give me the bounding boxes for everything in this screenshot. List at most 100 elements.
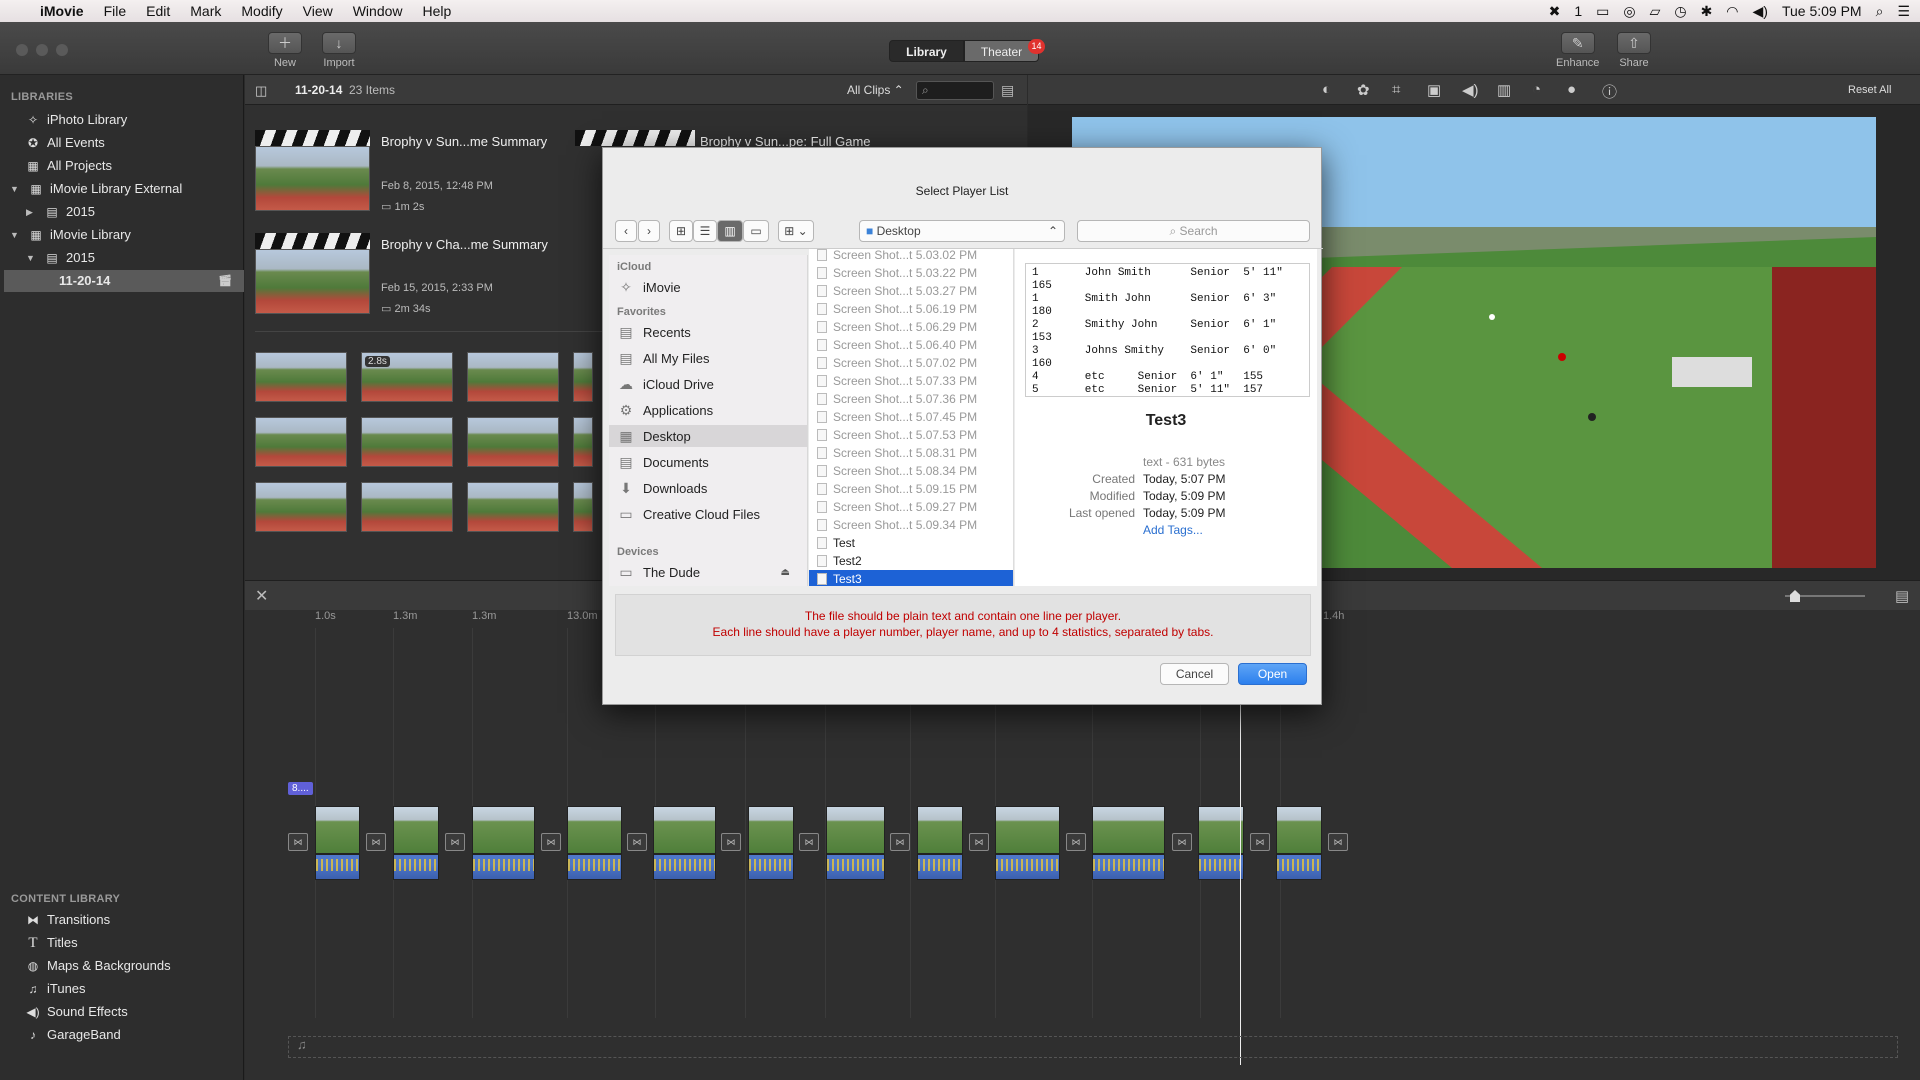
info-icon[interactable]: ⓘ	[1602, 81, 1617, 102]
sidebar-item-recents[interactable]: ▤ Recents	[617, 321, 807, 343]
sidebar-item-2015[interactable]: ▼ ▤ 2015	[26, 247, 266, 269]
notification-center-icon[interactable]: ☰	[1897, 3, 1910, 20]
clip-thumbnail[interactable]	[467, 417, 559, 467]
transition-icon[interactable]: ⋈	[1172, 833, 1192, 851]
add-tags-link[interactable]: Add Tags...	[1143, 523, 1203, 537]
share-button[interactable]: ⇧ Share	[1617, 32, 1651, 69]
sidebar-item-imovie[interactable]: ✧ iMovie	[617, 276, 807, 298]
menu-modify[interactable]: Modify	[231, 3, 292, 19]
file-row[interactable]: Screen Shot...t 5.03.02 PM	[809, 249, 1013, 264]
enhance-button[interactable]: ✎ Enhance	[1556, 32, 1599, 69]
transition-icon[interactable]: ⋈	[627, 833, 647, 851]
crop-icon[interactable]: ⌗	[1392, 81, 1400, 98]
sidebar-item-all-projects[interactable]: ▦ All Projects	[26, 155, 266, 177]
clip-thumbnail[interactable]	[361, 482, 453, 532]
clip-filter-select[interactable]: All Clips ⌃	[847, 83, 904, 97]
stabilization-icon[interactable]: ▣	[1427, 81, 1441, 99]
timeline-clip[interactable]	[393, 806, 439, 854]
bluetooth-icon[interactable]: ✱	[1701, 3, 1713, 20]
timeline-clip[interactable]	[995, 806, 1060, 854]
color-balance-icon[interactable]: ◐	[1322, 81, 1331, 98]
file-row[interactable]: Screen Shot...t 5.03.27 PM	[809, 282, 1013, 300]
time-machine-icon[interactable]: ◷	[1674, 3, 1686, 20]
dialog-search-input[interactable]: ⌕ Search	[1077, 220, 1310, 242]
file-row[interactable]: Screen Shot...t 5.07.53 PM	[809, 426, 1013, 444]
menu-window[interactable]: Window	[343, 3, 413, 19]
filter-icon[interactable]: ●	[1567, 81, 1576, 98]
transition-icon[interactable]: ⋈	[1328, 833, 1348, 851]
sidebar-item-desktop[interactable]: ▦ Desktop	[609, 425, 807, 447]
menu-help[interactable]: Help	[413, 3, 462, 19]
playhead[interactable]	[1240, 705, 1241, 1065]
clip-thumbnail[interactable]	[255, 482, 347, 532]
airplay-icon[interactable]: ▱	[1650, 3, 1661, 20]
sidebar-item-maps[interactable]: ◍ Maps & Backgrounds	[26, 955, 266, 977]
music-track[interactable]: ♫	[288, 1036, 1898, 1058]
menu-app[interactable]: iMovie	[30, 3, 94, 19]
timeline-clip[interactable]	[567, 806, 622, 854]
notification-icon[interactable]: ✖	[1549, 3, 1561, 20]
sidebar-item-icloud-drive[interactable]: ☁ iCloud Drive	[617, 373, 807, 395]
clip-thumbnail[interactable]	[573, 482, 593, 532]
sidebar-item-titles[interactable]: T Titles	[26, 932, 266, 954]
file-row[interactable]: Screen Shot...t 5.06.19 PM	[809, 300, 1013, 318]
eject-icon[interactable]: ⏏	[781, 567, 790, 578]
timeline-clip[interactable]	[315, 806, 360, 854]
sidebar-toggle-icon[interactable]: ◫	[255, 83, 267, 99]
sidebar-item-creative-cloud[interactable]: ▭ Creative Cloud Files	[617, 503, 807, 525]
disclosure-open-icon[interactable]: ▼	[26, 247, 38, 269]
clock-time[interactable]: Tue 5:09 PM	[1782, 3, 1862, 19]
clip-thumbnail[interactable]	[573, 352, 593, 402]
timeline-settings-icon[interactable]: ▤	[1895, 587, 1909, 605]
menu-mark[interactable]: Mark	[180, 3, 231, 19]
timeline-clip[interactable]	[653, 806, 716, 854]
library-button[interactable]: Library	[889, 40, 964, 62]
transition-icon[interactable]: ⋈	[541, 833, 561, 851]
file-row[interactable]: Screen Shot...t 5.09.34 PM	[809, 516, 1013, 534]
volume-icon[interactable]: ◀)	[1462, 81, 1479, 99]
file-row[interactable]: Test	[809, 534, 1013, 552]
clip-thumbnail[interactable]	[467, 482, 559, 532]
project-title[interactable]: Brophy v Sun...me Summary	[381, 134, 547, 149]
arrange-menu-icon[interactable]: ⊞ ⌄	[778, 220, 814, 242]
file-row[interactable]: Screen Shot...t 5.07.33 PM	[809, 372, 1013, 390]
project-thumbnail[interactable]	[255, 146, 370, 211]
transition-icon[interactable]: ⋈	[799, 833, 819, 851]
transition-icon[interactable]: ⋈	[1066, 833, 1086, 851]
transition-icon[interactable]: ⋈	[1250, 833, 1270, 851]
cover-flow-icon[interactable]: ▭	[743, 220, 769, 242]
project-thumbnail[interactable]	[255, 249, 370, 314]
sidebar-item-the-dude[interactable]: ▭ The Dude ⏏	[617, 561, 807, 583]
disclosure-open-icon[interactable]: ▼	[10, 224, 22, 246]
spotlight-icon[interactable]: ⌕	[1876, 3, 1884, 20]
clip-thumbnail[interactable]	[573, 417, 593, 467]
volume-icon[interactable]: ◀)	[1753, 3, 1768, 20]
sidebar-item-documents[interactable]: ▤ Documents	[617, 451, 807, 473]
back-button[interactable]: ‹	[615, 220, 637, 242]
zoom-window-icon[interactable]	[56, 44, 68, 56]
disclosure-closed-icon[interactable]: ▶	[26, 201, 38, 223]
menu-file[interactable]: File	[94, 3, 137, 19]
file-row[interactable]: Screen Shot...t 5.09.27 PM	[809, 498, 1013, 516]
wifi-icon[interactable]: ◠	[1726, 3, 1738, 20]
transition-icon[interactable]: ⋈	[288, 833, 308, 851]
sidebar-item-all-my-files[interactable]: ▤ All My Files	[617, 347, 807, 369]
sidebar-item-all-events[interactable]: ✪ All Events	[26, 132, 266, 154]
cancel-button[interactable]: Cancel	[1160, 663, 1229, 685]
file-row[interactable]: Screen Shot...t 5.09.15 PM	[809, 480, 1013, 498]
timeline-clip[interactable]	[472, 806, 535, 854]
sidebar-item-library-external[interactable]: ▼ ▦ iMovie Library External	[10, 178, 250, 200]
sidebar-item-sound-effects[interactable]: ◀) Sound Effects	[26, 1001, 266, 1023]
close-icon[interactable]: ✕	[255, 586, 268, 606]
close-window-icon[interactable]	[16, 44, 28, 56]
sidebar-item-event-11-20-14[interactable]: 11-20-14 🎬︎	[4, 270, 244, 292]
clip-appearance-icon[interactable]: ▤	[1001, 82, 1014, 99]
sidebar-item-garageband[interactable]: ♪ GarageBand	[26, 1024, 266, 1046]
menu-view[interactable]: View	[293, 3, 343, 19]
file-row[interactable]: Screen Shot...t 5.03.22 PM	[809, 264, 1013, 282]
sidebar-item-transitions[interactable]: ⧓ Transitions	[26, 909, 266, 931]
forward-button[interactable]: ›	[638, 220, 660, 242]
file-row[interactable]: Test2	[809, 552, 1013, 570]
timeline-clip[interactable]	[748, 806, 794, 854]
timeline-clip[interactable]	[1092, 806, 1165, 854]
